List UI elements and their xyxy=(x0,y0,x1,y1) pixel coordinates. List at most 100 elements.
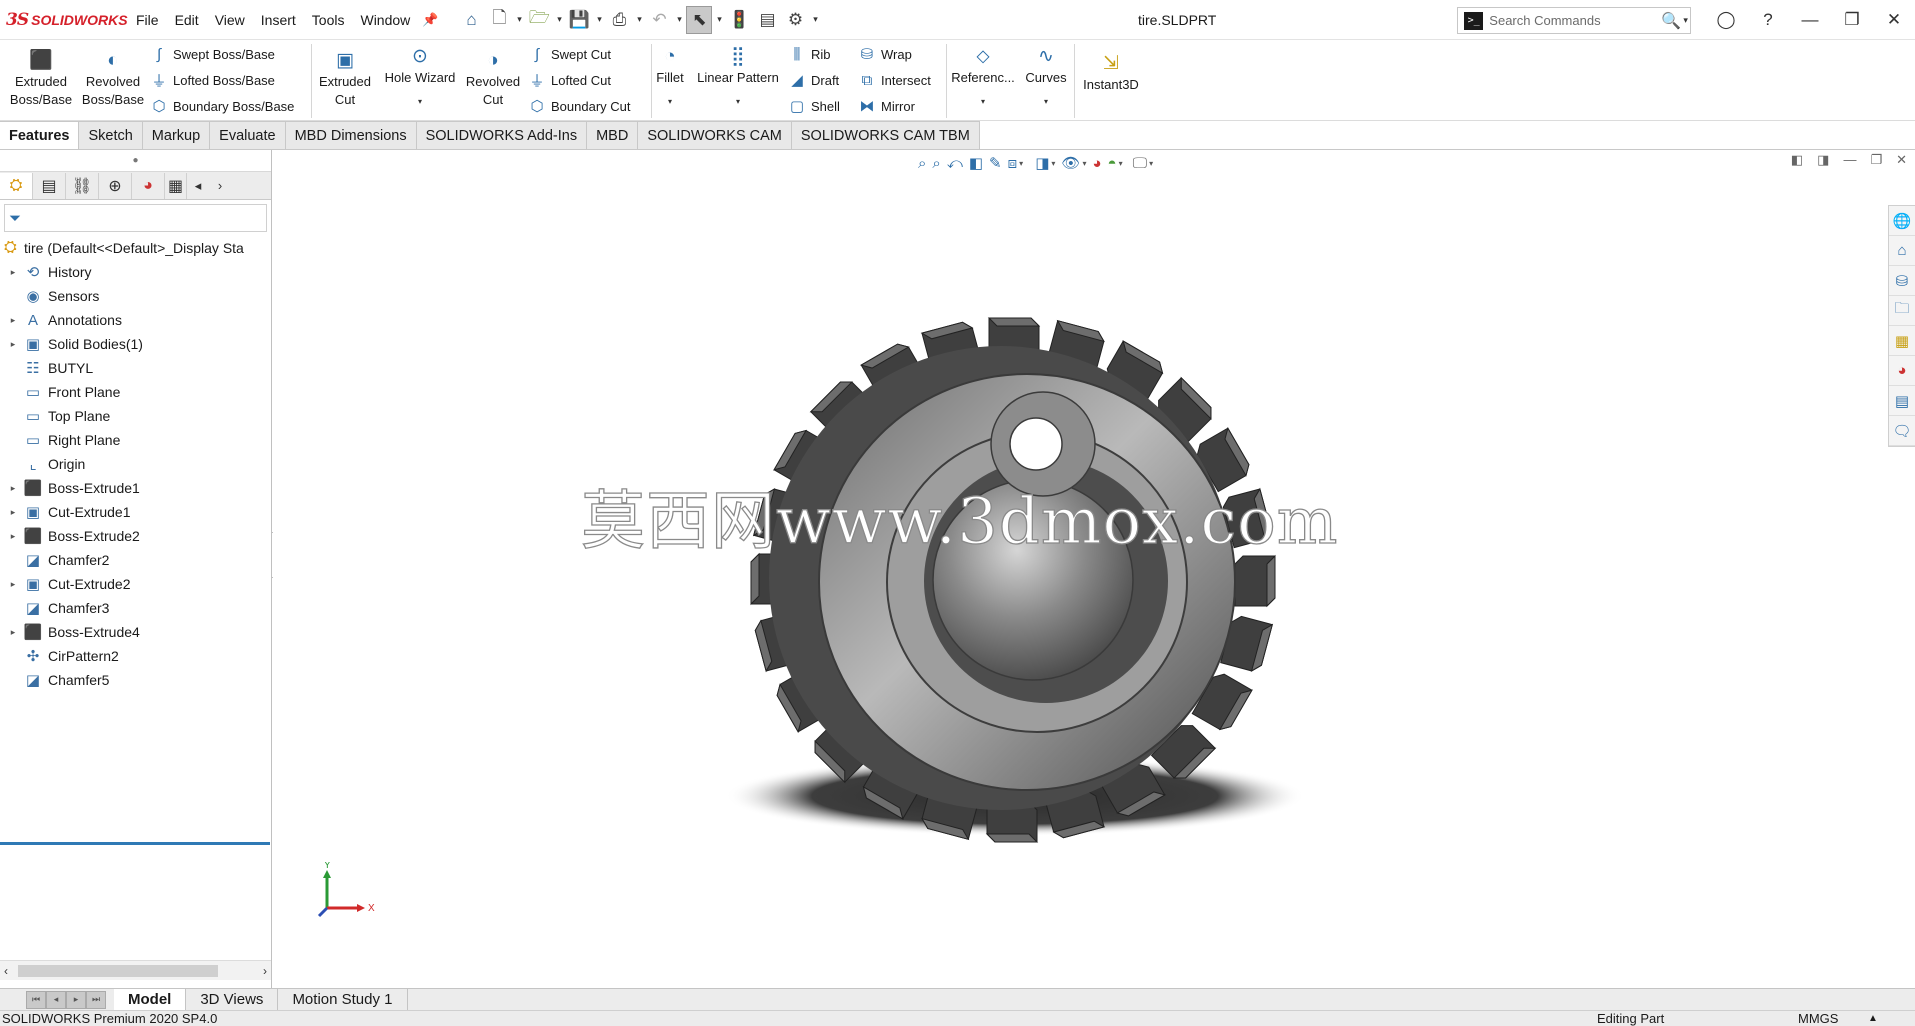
file-properties-icon[interactable]: ▤ xyxy=(754,6,780,34)
tree-item[interactable]: ▭ Top Plane xyxy=(0,404,271,428)
boundary-cut-button[interactable]: ⬡ Boundary Cut xyxy=(526,95,630,117)
solidworks-resources-icon[interactable]: 🌐 xyxy=(1889,206,1915,236)
tab-3d-views[interactable]: 3D Views xyxy=(186,988,279,1011)
expand-arrow-icon[interactable]: ▸ xyxy=(0,339,22,350)
expand-arrow-icon[interactable]: ▸ xyxy=(0,531,22,542)
mirror-button[interactable]: ⧓ Mirror xyxy=(856,95,915,117)
axis-triad[interactable]: Y X xyxy=(313,862,383,922)
linear-pattern-dropdown-icon[interactable]: ▾ xyxy=(736,97,740,107)
tree-item[interactable]: ☷ BUTYL xyxy=(0,356,271,380)
tree-item[interactable]: ◪ Chamfer2 xyxy=(0,548,271,572)
instant3d-button[interactable]: ⇲ Instant3D xyxy=(1076,52,1146,94)
graphics-area[interactable]: ⌕ ⌕ ⤺ ◧ ✎ ⧈ ▾ ◨ ▾ 👁 ▾ ◕ ◓ ▾ 🖵 ▾ ◧ ◨ — ❐ … xyxy=(273,150,1915,988)
extruded-boss-button[interactable]: ⬛ Extruded Boss/Base xyxy=(8,49,74,109)
tree-item[interactable]: ✣ CirPattern2 xyxy=(0,644,271,668)
help-icon[interactable]: ? xyxy=(1747,10,1789,30)
menu-insert[interactable]: Insert xyxy=(253,0,304,40)
scroll-left-icon[interactable]: ‹ xyxy=(4,964,8,978)
expand-arrow-icon[interactable]: ▸ xyxy=(0,579,22,590)
appearances-icon[interactable]: ▦ xyxy=(1889,326,1915,356)
property-manager-tab-icon[interactable]: ▤ xyxy=(33,172,66,199)
options-gear-icon[interactable]: ⚙ xyxy=(782,6,808,34)
file-explorer-icon[interactable]: ⛁ xyxy=(1889,266,1915,296)
pin-icon[interactable]: 📌 xyxy=(422,12,438,28)
tree-filter-box[interactable]: ⏷ xyxy=(4,204,267,232)
display-manager-tab-icon[interactable]: ◕ xyxy=(132,172,165,199)
unit-system[interactable]: MMGS xyxy=(1798,1011,1838,1026)
lofted-cut-button[interactable]: ⏚ Lofted Cut xyxy=(526,69,611,91)
lofted-boss-button[interactable]: ⏚ Lofted Boss/Base xyxy=(148,69,274,91)
linear-pattern-button[interactable]: ⣿ Linear Pattern ▾ xyxy=(692,45,784,107)
new-document-icon[interactable]: 🗋 xyxy=(486,6,512,34)
scenes-icon[interactable]: ◕ xyxy=(1889,356,1915,386)
menu-file[interactable]: File xyxy=(128,0,167,40)
tabs-scroll-left-icon[interactable]: ◂ xyxy=(187,178,209,194)
tab-mbd[interactable]: MBD xyxy=(587,121,639,149)
tree-item[interactable]: ▸ ⟲ History xyxy=(0,260,271,284)
panel-grip-handle[interactable]: ● xyxy=(0,150,271,172)
intersect-button[interactable]: ⧉ Intersect xyxy=(856,69,931,91)
tire-3d-model[interactable] xyxy=(273,150,1915,988)
tab-motion-study-1[interactable]: Motion Study 1 xyxy=(278,988,408,1011)
tree-item[interactable]: ▭ Right Plane xyxy=(0,428,271,452)
next-tab-icon[interactable]: ▸ xyxy=(66,990,86,1009)
tree-root-part[interactable]: ⛭ tire (Default<<Default>_Display Sta xyxy=(0,236,271,260)
expand-arrow-icon[interactable]: ▸ xyxy=(0,627,22,638)
home-icon[interactable]: ⌂ xyxy=(458,6,484,34)
tab-solidworks-cam-tbm[interactable]: SOLIDWORKS CAM TBM xyxy=(791,121,980,149)
undo-icon[interactable]: ↶ xyxy=(646,6,672,34)
minimize-icon[interactable]: — xyxy=(1789,10,1831,30)
tab-features[interactable]: Features xyxy=(0,121,80,149)
design-library-icon[interactable]: ⌂ xyxy=(1889,236,1915,266)
search-dropdown-icon[interactable]: ▾ xyxy=(1681,15,1690,26)
tree-item[interactable]: ▸ A Annotations xyxy=(0,308,271,332)
reference-geometry-button[interactable]: ⬦ Referenc... ▾ xyxy=(948,45,1018,107)
wrap-button[interactable]: ⛁ Wrap xyxy=(856,43,912,65)
tree-item[interactable]: ▸ ⬛ Boss-Extrude4 xyxy=(0,620,271,644)
menu-view[interactable]: View xyxy=(207,0,253,40)
print-icon[interactable]: ⎙ xyxy=(606,6,632,34)
rebuild-traffic-light-icon[interactable]: 🚦 xyxy=(726,6,752,34)
revolved-cut-button[interactable]: ◑ Revolved Cut xyxy=(462,49,524,109)
save-icon[interactable]: 💾 xyxy=(566,6,592,34)
shell-button[interactable]: ▢ Shell xyxy=(786,95,840,117)
expand-arrow-icon[interactable]: ▸ xyxy=(0,267,22,278)
expand-arrow-icon[interactable]: ▸ xyxy=(0,483,22,494)
tree-item[interactable]: ◪ Chamfer5 xyxy=(0,668,271,692)
rollback-bar[interactable] xyxy=(0,842,270,845)
fillet-dropdown-icon[interactable]: ▾ xyxy=(668,97,672,107)
tree-item[interactable]: ▭ Front Plane xyxy=(0,380,271,404)
select-arrow-icon[interactable]: ⬉ xyxy=(686,5,713,34)
menu-edit[interactable]: Edit xyxy=(167,0,207,40)
tree-item[interactable]: ◪ Chamfer3 xyxy=(0,596,271,620)
tab-model[interactable]: Model xyxy=(114,988,187,1011)
dimxpert-manager-tab-icon[interactable]: ⊕ xyxy=(99,172,132,199)
select-dropdown-icon[interactable]: ▾ xyxy=(714,14,724,25)
cam-manager-tab-icon[interactable]: ▦ xyxy=(165,172,187,199)
tree-item[interactable]: ⌞ Origin xyxy=(0,452,271,476)
swept-cut-button[interactable]: ∫ Swept Cut xyxy=(526,43,611,65)
view-palette-icon[interactable]: 🗀 xyxy=(1889,296,1915,326)
first-tab-icon[interactable]: ⏮ xyxy=(26,990,46,1009)
prev-tab-icon[interactable]: ◂ xyxy=(46,990,66,1009)
boundary-boss-button[interactable]: ⬡ Boundary Boss/Base xyxy=(148,95,294,117)
tab-evaluate[interactable]: Evaluate xyxy=(210,121,286,149)
search-input[interactable] xyxy=(1489,13,1660,28)
custom-properties-icon[interactable]: ▤ xyxy=(1889,386,1915,416)
tree-item[interactable]: ▸ ▣ Cut-Extrude2 xyxy=(0,572,271,596)
search-commands-box[interactable]: >_ 🔍 ▾ xyxy=(1457,7,1691,34)
print-dropdown-icon[interactable]: ▾ xyxy=(634,14,644,25)
menu-tools[interactable]: Tools xyxy=(304,0,353,40)
tree-item[interactable]: ▸ ⬛ Boss-Extrude1 xyxy=(0,476,271,500)
swept-boss-button[interactable]: ∫ Swept Boss/Base xyxy=(148,43,275,65)
restore-icon[interactable]: ❐ xyxy=(1831,10,1873,30)
tab-solidworks-cam[interactable]: SOLIDWORKS CAM xyxy=(638,121,792,149)
curves-button[interactable]: ∿ Curves ▾ xyxy=(1020,45,1072,107)
options-dropdown-icon[interactable]: ▾ xyxy=(810,14,820,25)
rib-button[interactable]: ⫼ Rib xyxy=(786,43,831,65)
save-dropdown-icon[interactable]: ▾ xyxy=(594,14,604,25)
curves-dropdown-icon[interactable]: ▾ xyxy=(1044,97,1048,107)
tree-item[interactable]: ◉ Sensors xyxy=(0,284,271,308)
open-folder-icon[interactable]: 🗁 xyxy=(526,6,552,34)
solidworks-logo[interactable]: 3S SOLIDWORKS xyxy=(0,0,128,40)
